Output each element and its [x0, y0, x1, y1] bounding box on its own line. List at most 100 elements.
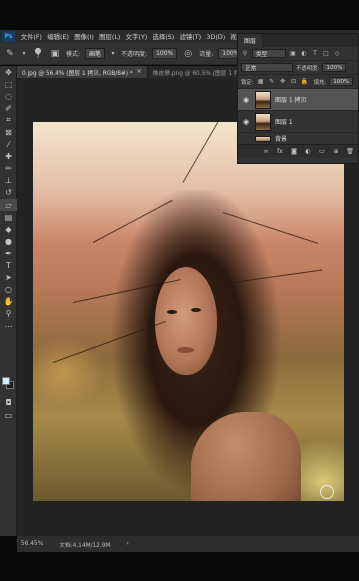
visibility-eye-icon[interactable]: ◉ — [241, 118, 251, 126]
menu-file[interactable]: 文件(F) — [18, 32, 45, 41]
brush-size-picker[interactable]: ● 7 — [32, 46, 44, 60]
layer-opacity-label: 不透明度: — [296, 65, 320, 72]
eraser-brush-cursor — [320, 485, 334, 499]
healing-icon[interactable]: ✚ — [0, 151, 17, 163]
layers-panel-header: 图层 — [238, 34, 358, 47]
fill-label: 填充: — [313, 79, 327, 86]
right-eye-shape — [191, 308, 201, 312]
dodge-icon[interactable]: ● — [0, 235, 17, 247]
fx-icon[interactable]: fx — [276, 147, 284, 155]
path-select-icon[interactable]: ➤ — [0, 272, 17, 284]
quick-select-icon[interactable]: ✐ — [0, 102, 17, 114]
layer-filter-row: ⚲ 类型 ▣ ◐ T □ ◇ — [238, 47, 358, 61]
chevron-down-icon[interactable]: ▾ — [21, 48, 27, 60]
lock-pixels-icon[interactable]: ✎ — [268, 78, 276, 86]
history-brush-icon[interactable]: ↺ — [0, 187, 17, 199]
layer-row-partial[interactable]: 背景 — [238, 133, 358, 144]
menu-select[interactable]: 选择(S) — [150, 32, 177, 41]
crop-icon[interactable]: ⌗ — [0, 114, 17, 126]
eyedropper-icon[interactable]: ⁄ — [0, 139, 17, 151]
lock-row: 锁定: ▦ ✎ ✥ ⊡ 🔒 填充: 100% — [238, 75, 358, 89]
opacity-field[interactable]: 100% — [152, 48, 178, 59]
document-size: 文档:4.14M/12.9M — [59, 542, 111, 549]
filter-smart-icon[interactable]: ◇ — [333, 50, 341, 58]
pen-icon[interactable]: ✒ — [0, 247, 17, 259]
brush-icon[interactable]: ✏ — [0, 163, 17, 175]
zoom-icon[interactable]: ⚲ — [0, 308, 17, 320]
layers-panel-footer: ∞ fx ◙ ◐ ▭ ⊕ 🗑 — [238, 144, 358, 157]
brush-panel-icon[interactable]: ▣ — [49, 48, 61, 60]
menu-edit[interactable]: 编辑(E) — [45, 32, 72, 41]
more-tools-icon[interactable]: ⋯ — [0, 320, 17, 332]
chevron-right-icon[interactable]: › — [126, 541, 128, 547]
filter-type-icon[interactable]: T — [311, 50, 319, 58]
type-icon[interactable]: T — [0, 260, 17, 272]
layer-name[interactable]: 图层 1 拷贝 — [275, 95, 307, 104]
document-tab-bar: 0.jpg @ 56.4% (图层 1 拷贝, RGB/8#) * × 橡皮擦.… — [17, 66, 261, 78]
chevron-down-icon[interactable]: ▾ — [110, 48, 116, 60]
menu-layer[interactable]: 图层(L) — [96, 32, 123, 41]
filter-shape-icon[interactable]: □ — [322, 50, 330, 58]
new-group-icon[interactable]: ▭ — [318, 147, 326, 155]
frame-icon[interactable]: ⊠ — [0, 126, 17, 138]
link-layers-icon[interactable]: ∞ — [262, 147, 270, 155]
bottom-strip — [0, 552, 359, 581]
visibility-eye-icon[interactable]: ◉ — [241, 96, 251, 104]
close-icon[interactable]: × — [137, 69, 142, 75]
marquee-icon[interactable]: ⬚ — [0, 78, 17, 90]
gradient-icon[interactable]: ▤ — [0, 211, 17, 223]
hair-strand — [182, 122, 224, 183]
blend-row: 正常 不透明度: 100% — [238, 61, 358, 75]
lock-all-icon[interactable]: 🔒 — [301, 78, 309, 86]
layer-name[interactable]: 背景 — [275, 134, 287, 143]
menu-type[interactable]: 文字(Y) — [123, 32, 150, 41]
opacity-label: 不透明度: — [121, 51, 148, 58]
menu-image[interactable]: 图像(I) — [72, 32, 97, 41]
eraser-preset-icon[interactable]: ✎ — [4, 48, 16, 60]
quick-mask-icon[interactable]: ◘ — [0, 396, 17, 408]
blend-mode-select[interactable]: 正常 — [241, 63, 293, 72]
tab-label: 0.jpg @ 56.4% (图层 1 拷贝, RGB/8#) * — [22, 70, 133, 77]
document-image[interactable] — [33, 122, 344, 501]
eraser-icon[interactable]: ▱ — [0, 199, 17, 212]
menu-filter[interactable]: 滤镜(T) — [177, 32, 204, 41]
foreground-color-swatch[interactable] — [2, 377, 10, 385]
screen-mode-icon[interactable]: ▭ — [0, 409, 17, 421]
new-layer-icon[interactable]: ⊕ — [332, 147, 340, 155]
tab-label: 橡皮擦.png @ 60.5% (图层 1 拷贝 — [152, 70, 246, 77]
fill-field[interactable]: 100% — [329, 77, 354, 86]
lips-shape — [177, 347, 194, 353]
search-icon: ⚲ — [242, 50, 248, 57]
stamp-icon[interactable]: ⊥ — [0, 175, 17, 187]
pressure-opacity-icon[interactable]: ◎ — [182, 48, 194, 60]
move-icon[interactable]: ✥ — [0, 66, 17, 78]
photoshop-logo-icon: Ps — [2, 31, 15, 42]
mode-select[interactable]: 画笔 — [85, 48, 106, 59]
layer-opacity-field[interactable]: 100% — [322, 63, 347, 72]
add-mask-icon[interactable]: ◙ — [290, 147, 298, 155]
blur-icon[interactable]: ◆ — [0, 223, 17, 235]
layer-thumbnail — [255, 135, 271, 142]
lock-transparency-icon[interactable]: ▦ — [257, 78, 265, 86]
shape-icon[interactable]: ○ — [0, 284, 17, 296]
lock-position-icon[interactable]: ✥ — [279, 78, 287, 86]
tab-layers[interactable]: 图层 — [238, 34, 263, 47]
menu-3d[interactable]: 3D(D) — [204, 33, 228, 41]
layer-thumbnail — [255, 90, 271, 109]
filter-kind-select[interactable]: 类型 — [252, 49, 286, 58]
filter-adjust-icon[interactable]: ◐ — [300, 50, 308, 58]
layer-row[interactable]: ◉ 图层 1 — [238, 111, 358, 133]
lasso-icon[interactable]: ◌ — [0, 90, 17, 102]
layer-row[interactable]: ◉ 图层 1 拷贝 — [238, 89, 358, 111]
filter-pixel-icon[interactable]: ▣ — [289, 50, 297, 58]
delete-layer-icon[interactable]: 🗑 — [346, 147, 354, 155]
zoom-level[interactable]: 56.45% — [21, 541, 43, 547]
lock-artboard-icon[interactable]: ⊡ — [290, 78, 298, 86]
mode-label: 模式: — [66, 51, 81, 58]
left-eye-shape — [167, 310, 177, 314]
layer-name[interactable]: 图层 1 — [275, 117, 293, 126]
layer-thumbnail — [255, 112, 271, 131]
hand-icon[interactable]: ✋ — [0, 296, 17, 308]
tab-document-active[interactable]: 0.jpg @ 56.4% (图层 1 拷贝, RGB/8#) * × — [17, 66, 148, 78]
adjustment-layer-icon[interactable]: ◐ — [304, 147, 312, 155]
